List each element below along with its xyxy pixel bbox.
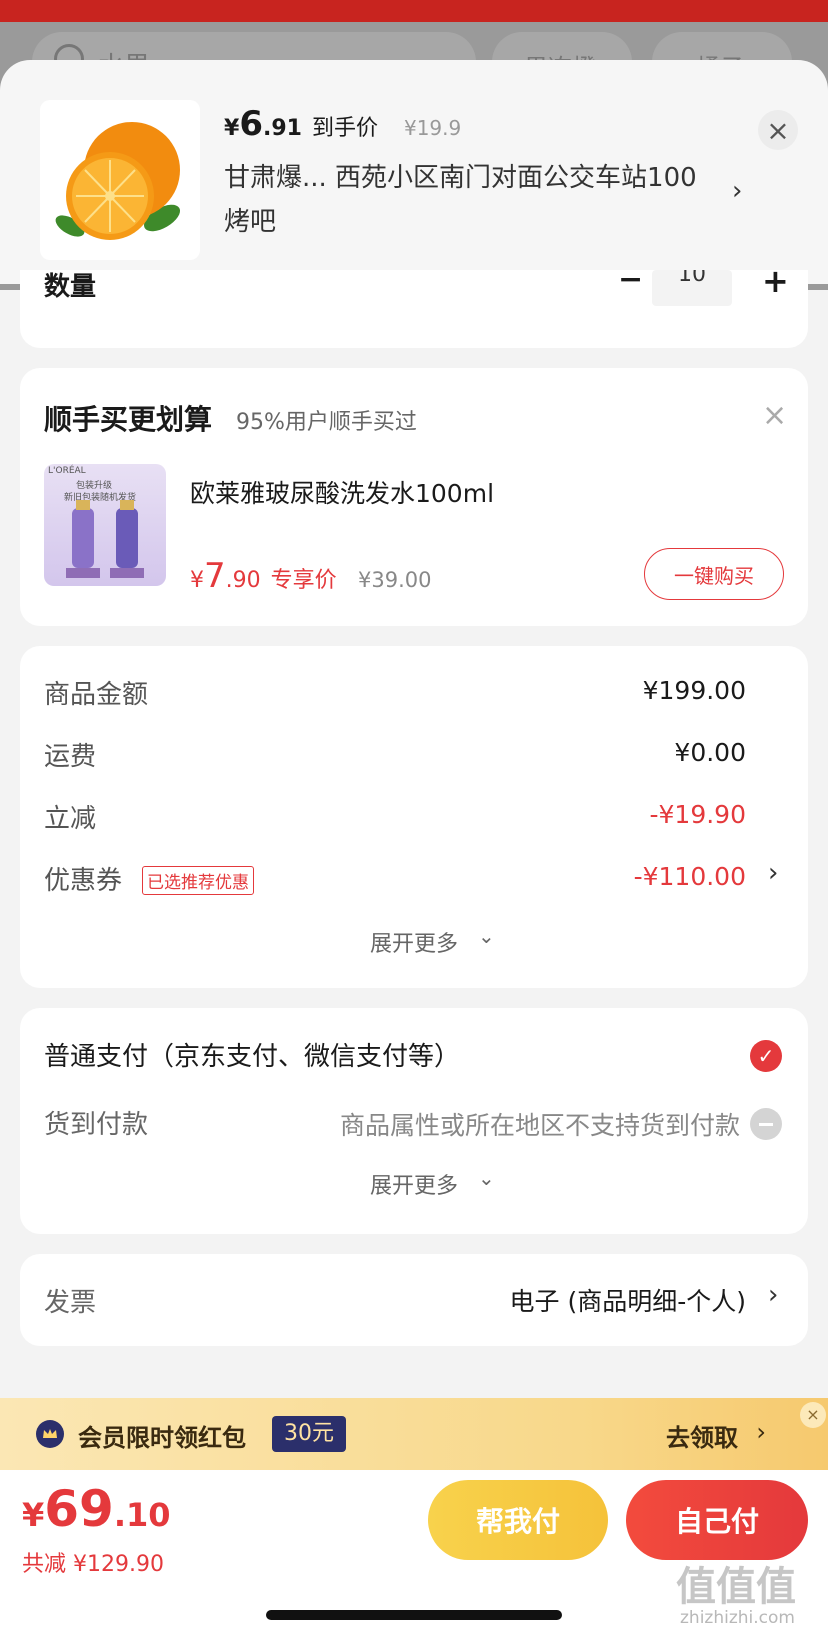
- chevron-down-icon[interactable]: ⌄: [478, 924, 495, 948]
- upsell-original-price: ¥39.00: [358, 568, 432, 592]
- coupon-label: 优惠券: [44, 866, 123, 896]
- upsell-price-decimal: .90: [225, 568, 261, 593]
- cod-unavailable-note: 商品属性或所在地区不支持货到付款: [339, 1111, 740, 1140]
- discount-value: -¥19.90: [649, 800, 747, 829]
- upsell-price-integer: 7: [204, 556, 226, 596]
- summary-expand-more[interactable]: 展开更多: [20, 926, 808, 958]
- total-currency: ¥: [22, 1496, 45, 1534]
- product-address[interactable]: 甘肃爆... 西苑小区南门对面公交车站100烤吧: [224, 156, 704, 244]
- orange-image: [55, 122, 181, 240]
- disabled-radio-icon: [750, 1108, 782, 1140]
- total-integer: 69: [44, 1480, 114, 1538]
- pay-myself-button[interactable]: 自己付: [626, 1480, 808, 1560]
- product-summary-sheet: ¥ 6 .91 到手价 ¥19.9 甘肃爆... 西苑小区南门对面公交车站100…: [0, 60, 828, 284]
- upsell-title: 顺手买更划算: [44, 403, 213, 436]
- price-decimal: .91: [262, 116, 302, 141]
- member-promo-banner[interactable]: 会员限时领红包 30元 去领取 › ×: [0, 1398, 828, 1470]
- upsell-price-tag: 专享价: [270, 568, 337, 593]
- product-price: ¥ 6 .91 到手价 ¥19.9: [224, 104, 461, 144]
- crown-icon: [36, 1420, 64, 1448]
- price-currency: ¥: [224, 116, 240, 141]
- payment-option-cod: 货到付款: [44, 1110, 149, 1140]
- invoice-card[interactable]: 发票 电子 (商品明细-个人) ›: [20, 1254, 808, 1346]
- help-me-pay-button[interactable]: 帮我付: [428, 1480, 608, 1560]
- invoice-chevron-right-icon[interactable]: ›: [768, 1280, 778, 1310]
- watermark-logo: 值值值: [676, 1564, 796, 1610]
- price-integer: 6: [239, 104, 263, 144]
- subtotal-label: 商品金额: [44, 680, 149, 710]
- total-price: ¥ 69 .10: [22, 1480, 171, 1538]
- coupon-recommended-badge: 已选推荐优惠: [142, 866, 254, 895]
- watermark-url: zhizhizhi.com: [680, 1608, 795, 1628]
- close-icon: ×: [766, 113, 790, 147]
- shampoo-bottles-image: [66, 500, 144, 578]
- one-click-buy-button[interactable]: 一键购买: [644, 548, 784, 600]
- total-decimal: .10: [113, 1496, 171, 1534]
- quantity-card: 数量 − 10 +: [20, 270, 808, 348]
- promo-chevron-right-icon[interactable]: ›: [756, 1418, 766, 1446]
- upsell-product-name[interactable]: 欧莱雅玻尿酸洗发水100ml: [190, 474, 494, 510]
- price-summary-card: 商品金额 ¥199.00 运费 ¥0.00 立减 -¥19.90 优惠券 已选推…: [20, 646, 808, 988]
- promo-text: 会员限时领红包: [78, 1424, 246, 1452]
- coupon-chevron-right-icon[interactable]: ›: [768, 858, 778, 888]
- invoice-label: 发票: [44, 1288, 97, 1318]
- chevron-right-icon[interactable]: ›: [732, 176, 742, 206]
- upsell-subtitle: 95%用户顺手买过: [236, 410, 417, 435]
- price-tag: 到手价: [311, 116, 378, 141]
- promo-amount-badge: 30元: [272, 1416, 346, 1452]
- upsell-product-image[interactable]: L'ORÉAL 包装升级 新旧包装随机发货: [44, 464, 166, 586]
- crown-glyph: [43, 1429, 57, 1438]
- coupon-value[interactable]: -¥110.00: [634, 862, 746, 891]
- subtotal-value: ¥199.00: [642, 676, 746, 705]
- home-indicator[interactable]: [266, 1610, 562, 1620]
- checkout-bar: ¥ 69 .10 共减 ¥129.90 帮我付 自己付 值值值 zhizhizh…: [0, 1470, 828, 1639]
- total-saved: 共减 ¥129.90: [22, 1552, 164, 1577]
- upsell-price: ¥ 7 .90 专享价: [190, 556, 337, 596]
- invoice-value[interactable]: 电子 (商品明细-个人): [510, 1282, 746, 1318]
- upsell-card: 顺手买更划算 95%用户顺手买过 × L'ORÉAL 包装升级 新旧包装随机发货…: [20, 368, 808, 626]
- upsell-close-icon[interactable]: ×: [762, 398, 787, 433]
- quantity-plus-button[interactable]: +: [762, 270, 789, 300]
- promo-claim-link[interactable]: 去领取: [666, 1418, 738, 1453]
- checkmark-icon[interactable]: ✓: [750, 1040, 782, 1072]
- quantity-label: 数量: [44, 272, 97, 302]
- upsell-price-currency: ¥: [190, 568, 204, 593]
- discount-label: 立减: [44, 804, 97, 834]
- payment-chevron-down-icon[interactable]: ⌄: [478, 1166, 495, 1190]
- quantity-input[interactable]: 10: [652, 270, 732, 306]
- shipping-value: ¥0.00: [674, 738, 746, 767]
- promo-close-icon[interactable]: ×: [800, 1402, 826, 1428]
- close-button[interactable]: ×: [758, 110, 798, 150]
- quantity-minus-button[interactable]: −: [618, 270, 643, 297]
- payment-option-standard[interactable]: 普通支付（京东支付、微信支付等）: [44, 1036, 460, 1073]
- original-price: ¥19.9: [403, 116, 462, 140]
- payment-expand-more[interactable]: 展开更多: [20, 1168, 808, 1200]
- product-image: [40, 100, 200, 260]
- background-header-strip: [0, 0, 828, 22]
- payment-method-card: 普通支付（京东支付、微信支付等） ✓ 货到付款 商品属性或所在地区不支持货到付款…: [20, 1008, 808, 1234]
- shipping-label: 运费: [44, 742, 97, 772]
